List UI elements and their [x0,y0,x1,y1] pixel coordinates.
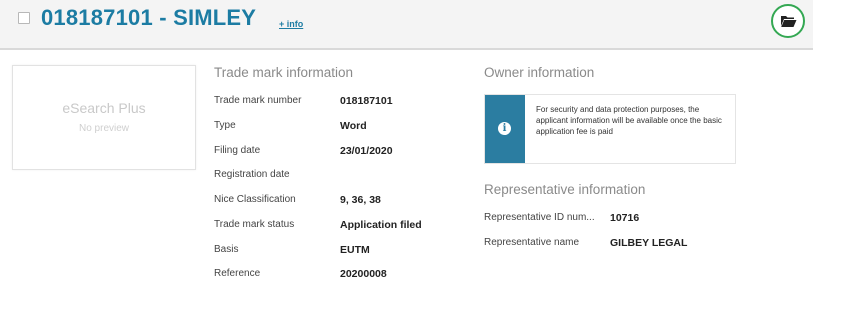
info-icon: i [498,122,511,135]
representative-section-title: Representative information [484,182,646,197]
row-label: Trade mark status [214,219,295,230]
info-row-registration-date: Registration date [214,169,474,185]
row-label: Nice Classification [214,194,296,205]
more-info-link[interactable]: + info [279,19,303,29]
row-label: Type [214,120,236,131]
owner-section-title: Owner information [484,65,595,80]
info-row-trademark-status: Trade mark status Application filed [214,219,474,235]
owner-notice: i For security and data protection purpo… [484,94,736,164]
info-row-type: Type Word [214,120,474,136]
select-checkbox[interactable] [18,12,30,24]
row-value: 018187101 [340,95,393,107]
info-row-filing-date: Filing date 23/01/2020 [214,145,474,161]
info-row-reference: Reference 20200008 [214,268,474,284]
folder-open-icon [781,16,797,27]
preview-subtitle: No preview [78,123,130,134]
row-label: Basis [214,244,239,255]
row-value: 23/01/2020 [340,145,393,157]
row-value: 9, 36, 38 [340,194,381,206]
info-row-representative-id: Representative ID num... 10716 [484,212,744,228]
row-label: Trade mark number [214,95,302,106]
row-label: Registration date [214,169,290,180]
info-row-trademark-number: Trade mark number 018187101 [214,95,474,111]
trademark-section-title: Trade mark information [214,65,354,80]
row-label: Reference [214,268,261,279]
row-label: Filing date [214,145,261,156]
row-value: Application filed [340,219,422,231]
trademark-title[interactable]: 018187101 - SIMLEY [41,5,256,31]
row-value: 20200008 [340,268,387,280]
row-value: Word [340,120,367,132]
notice-text: For security and data protection purpose… [536,105,722,136]
open-folder-button[interactable] [771,4,805,38]
image-preview: eSearch Plus No preview [12,65,196,170]
notice-icon-panel: i [485,95,525,163]
info-row-representative-name: Representative name GILBEY LEGAL [484,237,744,253]
row-label: Representative ID num... [484,212,595,223]
preview-brand: eSearch Plus [62,100,146,116]
result-header: 018187101 - SIMLEY + info [0,0,813,50]
row-value: 10716 [610,212,640,224]
row-value: EUTM [340,244,370,256]
row-value: GILBEY LEGAL [610,237,688,249]
info-row-basis: Basis EUTM [214,244,474,260]
info-row-nice-classification: Nice Classification 9, 36, 38 [214,194,474,210]
row-label: Representative name [484,237,580,248]
